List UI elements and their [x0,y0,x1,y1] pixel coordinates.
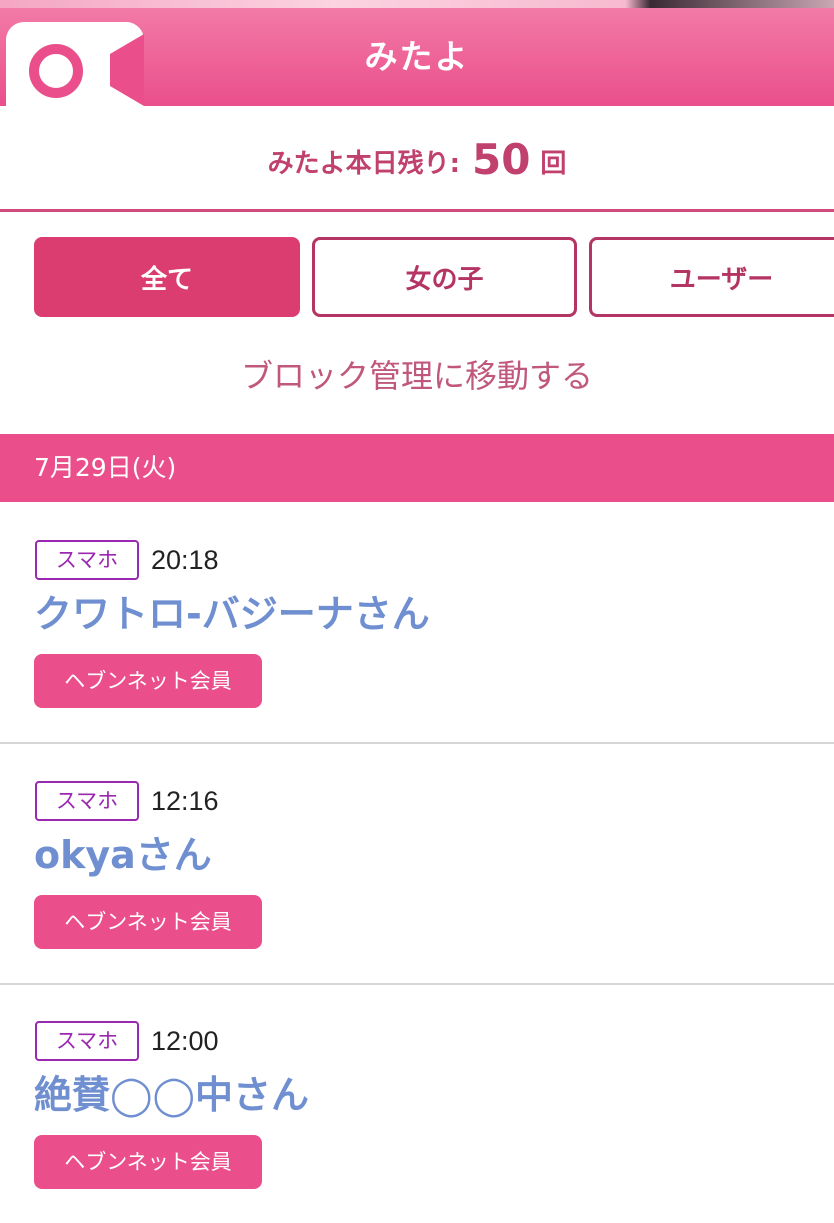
remaining-count: みたよ本日残り: 50 回 [0,106,834,210]
filter-all-button[interactable]: 全て [34,237,300,317]
device-badge: スマホ [35,781,139,821]
section-divider [0,209,834,212]
filter-girls-button[interactable]: 女の子 [312,237,577,317]
visit-time: 12:00 [151,1026,219,1056]
member-badge: ヘブンネット会員 [34,654,262,708]
page-title: みたよ [364,37,470,76]
device-badge: スマホ [35,1021,139,1061]
block-management-link[interactable]: ブロック管理に移動する [0,344,834,408]
top-banner-strip [0,0,834,8]
date-header: 7月29日(火) [0,434,834,502]
visitor-list-item: スマホ 20:18 クワトロ-バジーナさん ヘブンネット会員 [0,502,834,744]
remaining-unit: 回 [540,149,567,179]
visit-time: 20:18 [151,545,219,575]
visitor-name-link[interactable]: okyaさん [34,829,212,881]
visitor-name-link[interactable]: クワトロ-バジーナさん [34,588,430,640]
member-badge: ヘブンネット会員 [34,895,262,949]
remaining-number: 50 [471,135,531,184]
member-badge: ヘブンネット会員 [34,1135,262,1189]
visitor-list-item: スマホ 12:00 絶賛◯◯中さん ヘブンネット会員 [0,983,834,1223]
remaining-label: みたよ本日残り: [267,149,460,179]
visitor-name-link[interactable]: 絶賛◯◯中さん [34,1069,309,1121]
filter-users-button[interactable]: ユーザー [589,237,834,317]
device-badge: スマホ [35,540,139,580]
visitor-list-item: スマホ 12:16 okyaさん ヘブンネット会員 [0,743,834,985]
visit-time: 12:16 [151,786,219,816]
